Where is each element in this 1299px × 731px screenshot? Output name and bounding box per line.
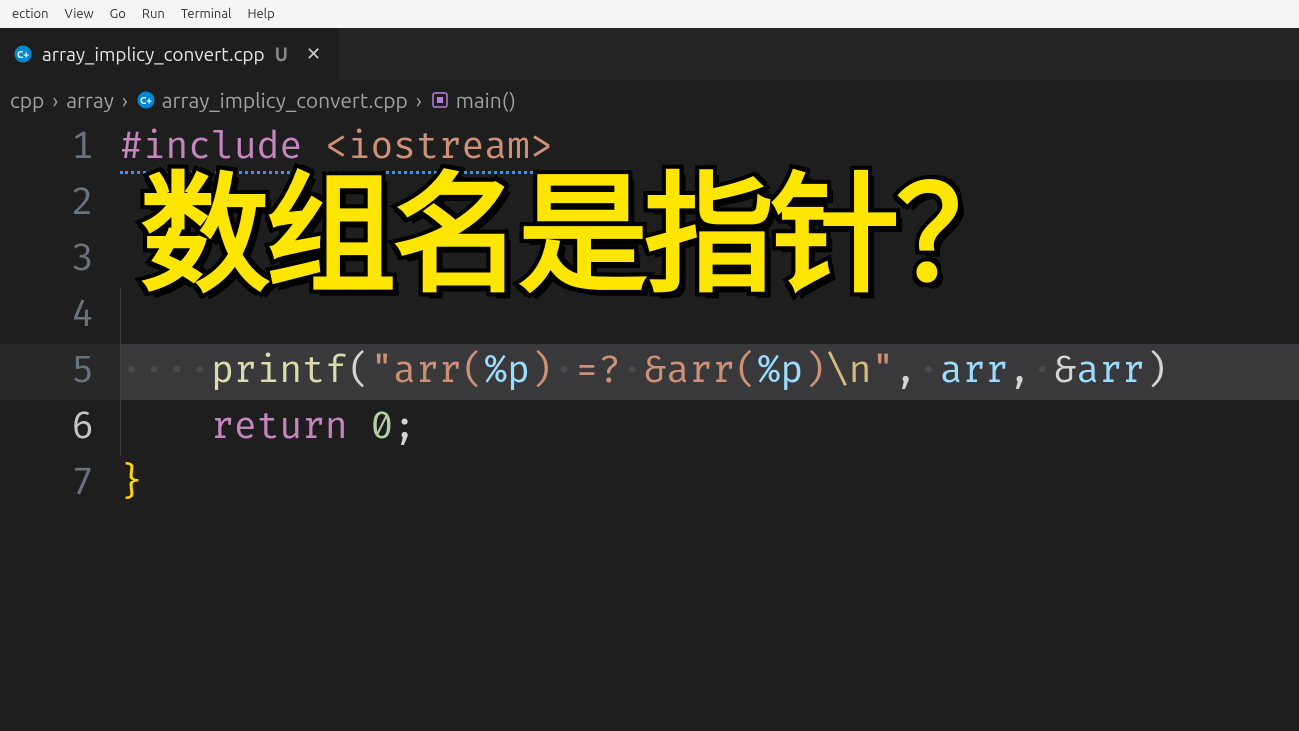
token-function: printf: [211, 349, 348, 394]
whitespace-dots: ····: [120, 349, 211, 394]
chevron-right-icon: ›: [50, 88, 60, 112]
token-format: %p: [484, 349, 530, 394]
menu-item-help[interactable]: Help: [239, 3, 282, 25]
symbol-function-icon: [430, 90, 450, 110]
token-number: 0: [370, 405, 393, 450]
line-number: 1: [0, 120, 120, 176]
menu-item-view[interactable]: View: [57, 3, 102, 25]
tab-bar: C+ array_implicy_convert.cpp U ✕: [0, 28, 1299, 80]
close-icon[interactable]: ✕: [302, 42, 325, 67]
code-line[interactable]: 1 #include <iostream>: [0, 120, 1299, 176]
menu-bar: ection View Go Run Terminal Help: [0, 0, 1299, 28]
code-line[interactable]: 7 }: [0, 456, 1299, 512]
token-variable: arr: [940, 349, 1008, 394]
line-number: 3: [0, 232, 120, 288]
svg-text:C+: C+: [17, 49, 29, 60]
token-escape: \n: [826, 349, 872, 394]
token-format: %p: [758, 349, 804, 394]
menu-item-run[interactable]: Run: [134, 3, 173, 25]
chevron-right-icon: ›: [414, 88, 424, 112]
crumb-folder[interactable]: cpp: [10, 88, 44, 112]
line-number: 5: [0, 344, 120, 400]
crumb-symbol[interactable]: main(): [456, 88, 516, 112]
token-preprocessor: #include: [120, 125, 302, 174]
menu-item-selection[interactable]: ection: [4, 3, 57, 25]
token-brace: }: [120, 461, 143, 506]
line-number: 2: [0, 176, 120, 232]
crumb-folder[interactable]: array: [66, 88, 114, 112]
code-editor[interactable]: 1 #include <iostream> 2 3 4 5 ····printf…: [0, 120, 1299, 512]
menu-item-terminal[interactable]: Terminal: [173, 3, 240, 25]
line-number: 4: [0, 288, 120, 344]
token-keyword: return: [211, 405, 348, 450]
svg-text:C+: C+: [140, 95, 152, 106]
tab-file[interactable]: C+ array_implicy_convert.cpp U ✕: [0, 28, 340, 80]
line-number: 6: [0, 400, 120, 456]
code-line[interactable]: 4: [0, 288, 1299, 344]
token-variable: arr: [1077, 349, 1145, 394]
token-include: <iostream>: [325, 125, 553, 174]
tab-modified-indicator: U: [275, 43, 288, 65]
line-number: 7: [0, 456, 120, 512]
crumb-file[interactable]: array_implicy_convert.cpp: [162, 88, 408, 112]
code-line[interactable]: 6 return 0;: [0, 400, 1299, 456]
menu-item-go[interactable]: Go: [102, 3, 134, 25]
cpp-file-icon: C+: [14, 45, 32, 63]
code-line[interactable]: 2: [0, 176, 1299, 232]
code-line[interactable]: 3: [0, 232, 1299, 288]
cpp-file-icon: C+: [136, 90, 156, 110]
chevron-right-icon: ›: [120, 88, 130, 112]
breadcrumb[interactable]: cpp › array › C+ array_implicy_convert.c…: [0, 80, 1299, 120]
tab-label: array_implicy_convert.cpp: [42, 43, 265, 65]
code-line[interactable]: 5 ····printf("arr(%p)·=?·&arr(%p)\n",·ar…: [0, 344, 1299, 400]
